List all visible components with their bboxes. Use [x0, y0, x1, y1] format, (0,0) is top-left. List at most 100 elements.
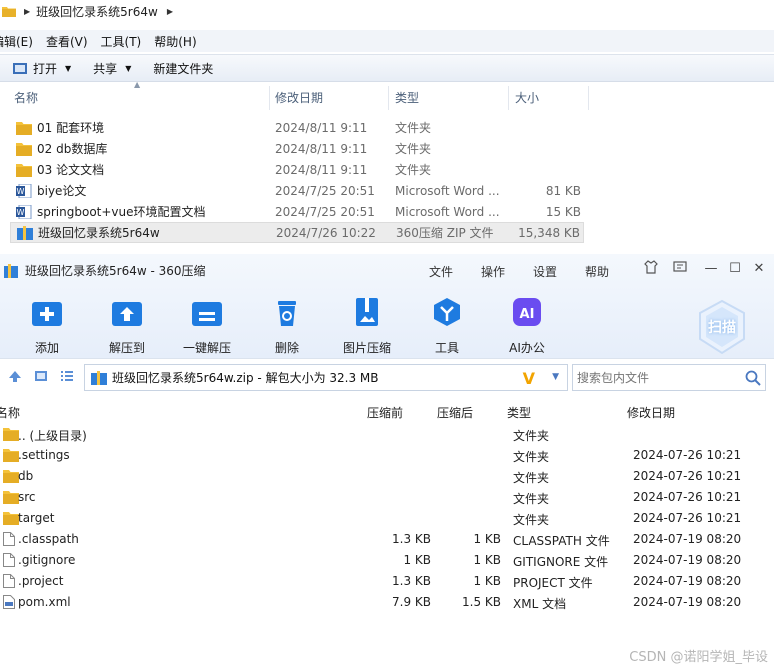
file-date: 2024/8/11 9:11: [275, 141, 368, 156]
tool-button-tools[interactable]: 工具: [412, 296, 482, 356]
zip-menu-file[interactable]: 文件: [429, 263, 453, 280]
message-icon[interactable]: [671, 260, 689, 278]
archive-entry-mod: 2024-07-19 08:20: [633, 574, 742, 588]
column-size[interactable]: 大小: [509, 86, 589, 110]
column-name[interactable]: 名称: [0, 86, 270, 110]
archive-entry-pre: 1.3 KB: [392, 532, 431, 546]
zip-menu-action[interactable]: 操作: [481, 263, 505, 280]
search-input[interactable]: [577, 370, 737, 385]
archive-entry-type: 文件夹: [513, 513, 550, 527]
file-row[interactable]: 03 论文文档 2024/8/11 9:11 文件夹: [10, 159, 584, 180]
file-name: springboot+vue环境配置文档: [37, 205, 206, 219]
file-size: 15,348 KB: [518, 225, 580, 240]
scan-label: 扫描: [708, 320, 736, 336]
file-name: 01 配套环境: [37, 121, 105, 135]
window-title: 班级回忆录系统5r64w - 360压缩: [25, 264, 206, 278]
menu-view[interactable]: 查看(V): [46, 33, 88, 50]
archive-row[interactable]: db 文件夹 2024-07-26 10:21: [0, 466, 774, 487]
archive-entry-type: PROJECT 文件: [513, 576, 593, 590]
tool-button-add[interactable]: 添加: [12, 296, 82, 356]
archive-search-box[interactable]: [572, 364, 766, 391]
share-button[interactable]: 共享 ▼: [93, 60, 131, 77]
zip-column-post[interactable]: 压缩后: [437, 404, 473, 421]
archive-entry-name: src: [18, 490, 36, 504]
skin-icon[interactable]: [642, 260, 660, 278]
archive-entry-mod: 2024-07-26 10:21: [633, 448, 742, 462]
column-date[interactable]: 修改日期: [270, 86, 389, 110]
verified-v-icon[interactable]: V: [523, 369, 535, 388]
archive-row[interactable]: .. (上级目录) 文件夹: [0, 424, 774, 445]
breadcrumb-arrow-icon[interactable]: ▶: [167, 7, 173, 16]
close-icon[interactable]: ✕: [750, 260, 768, 278]
tool-button-delete[interactable]: 删除: [252, 296, 322, 356]
archive-entry-post: 1 KB: [473, 553, 501, 567]
zip-column-pre[interactable]: 压缩前: [367, 404, 403, 421]
menu-help[interactable]: 帮助(H): [154, 33, 196, 50]
chevron-down-icon: ▼: [65, 63, 72, 73]
share-label: 共享: [93, 61, 118, 76]
tool-button-image-compress[interactable]: 图片压缩: [332, 296, 402, 356]
list-view-icon[interactable]: [60, 369, 74, 386]
file-row[interactable]: 02 db数据库 2024/8/11 9:11 文件夹: [10, 138, 584, 159]
archive-row[interactable]: .settings 文件夹 2024-07-26 10:21: [0, 445, 774, 466]
archive-entry-type: 文件夹: [513, 492, 550, 506]
archive-path-text: 班级回忆录系统5r64w.zip - 解包大小为 32.3 MB: [112, 371, 379, 385]
breadcrumb-arrow-icon[interactable]: ▶: [24, 7, 30, 16]
menu-tools[interactable]: 工具(T): [101, 33, 142, 50]
file-row[interactable]: 01 配套环境 2024/8/11 9:11 文件夹: [10, 117, 584, 138]
archive-row[interactable]: .gitignore 1 KB 1 KB GITIGNORE 文件 2024-07-19…: [0, 550, 774, 571]
archive-entry-post: 1.5 KB: [462, 595, 501, 609]
menu-edit[interactable]: 编辑(E): [0, 33, 33, 50]
file-row[interactable]: Wspringboot+vue环境配置文档 2024/7/25 20:51 Micr…: [10, 201, 584, 222]
folder-icon: [3, 448, 19, 462]
zip-icon: [91, 370, 107, 385]
tools-icon: [434, 298, 460, 326]
address-bar[interactable]: ▶ 班级回忆录系统5r64w ▶: [0, 0, 774, 22]
archive-entry-name: target: [18, 511, 55, 525]
zip-column-type[interactable]: 类型: [507, 404, 531, 421]
up-arrow-icon[interactable]: [8, 369, 22, 386]
file-name: 03 论文文档: [37, 163, 105, 177]
archive-row[interactable]: target 文件夹 2024-07-26 10:21: [0, 508, 774, 529]
tool-label: 工具: [434, 341, 459, 355]
tool-button-one-click-extract[interactable]: 一键解压: [172, 296, 242, 356]
file-type: Microsoft Word ...: [395, 183, 500, 198]
folder-icon: [3, 469, 19, 483]
zip-nav-row: 班级回忆录系统5r64w.zip - 解包大小为 32.3 MB V ▼: [0, 358, 774, 394]
archive-path-box[interactable]: 班级回忆录系统5r64w.zip - 解包大小为 32.3 MB V ▼: [84, 364, 568, 391]
file-type: 360压缩 ZIP 文件: [396, 226, 494, 240]
zip-column-mod[interactable]: 修改日期: [627, 404, 675, 421]
thumbnail-view-icon[interactable]: [34, 369, 48, 386]
archive-row[interactable]: .project 1.3 KB 1 KB PROJECT 文件 2024-07-19 0…: [0, 571, 774, 592]
archive-row[interactable]: src 文件夹 2024-07-26 10:21: [0, 487, 774, 508]
file-date: 2024/7/26 10:22: [276, 225, 376, 240]
archive-entry-post: 1 KB: [473, 532, 501, 546]
image-compress-icon: [356, 298, 378, 326]
zip-menu-help[interactable]: 帮助: [585, 263, 609, 280]
archive-row[interactable]: .classpath 1.3 KB 1 KB CLASSPATH 文件 2024-07-…: [0, 529, 774, 550]
archive-row[interactable]: pom.xml 7.9 KB 1.5 KB XML 文档 2024-07-19 08:2…: [0, 592, 774, 613]
file-explorer-window: ▶ 班级回忆录系统5r64w ▶ 编辑(E) 查看(V) 工具(T) 帮助(H)…: [0, 0, 774, 254]
zip-icon: [17, 225, 33, 240]
archive-entry-mod: 2024-07-26 10:21: [633, 511, 742, 525]
add-icon: [32, 302, 62, 326]
new-folder-button[interactable]: 新建文件夹: [153, 60, 213, 77]
tool-button-extract-to[interactable]: 解压到: [92, 296, 162, 356]
zip-menu-settings[interactable]: 设置: [533, 263, 557, 280]
scan-button[interactable]: 扫描: [697, 299, 747, 355]
archive-entry-type: CLASSPATH 文件: [513, 534, 610, 548]
chevron-down-icon[interactable]: ▼: [552, 372, 559, 382]
file-icon: [3, 532, 15, 546]
maximize-icon[interactable]: ☐: [726, 260, 744, 278]
tool-button-ai-office[interactable]: AI AI办公: [492, 296, 562, 356]
column-type[interactable]: 类型: [389, 86, 509, 110]
address-path[interactable]: 班级回忆录系统5r64w: [36, 3, 158, 20]
file-date: 2024/7/25 20:51: [275, 183, 375, 198]
search-icon[interactable]: [745, 370, 761, 386]
archive-entry-mod: 2024-07-19 08:20: [633, 553, 742, 567]
zip-column-name[interactable]: 名称: [0, 404, 20, 421]
file-row[interactable]: Wbiye论文 2024/7/25 20:51 Microsoft Word ...…: [10, 180, 584, 201]
open-button[interactable]: 打开 ▼: [12, 60, 71, 77]
minimize-icon[interactable]: —: [702, 260, 720, 278]
file-row[interactable]: 班级回忆录系统5r64w 2024/7/26 10:22 360压缩 ZIP 文件 1…: [10, 222, 584, 243]
